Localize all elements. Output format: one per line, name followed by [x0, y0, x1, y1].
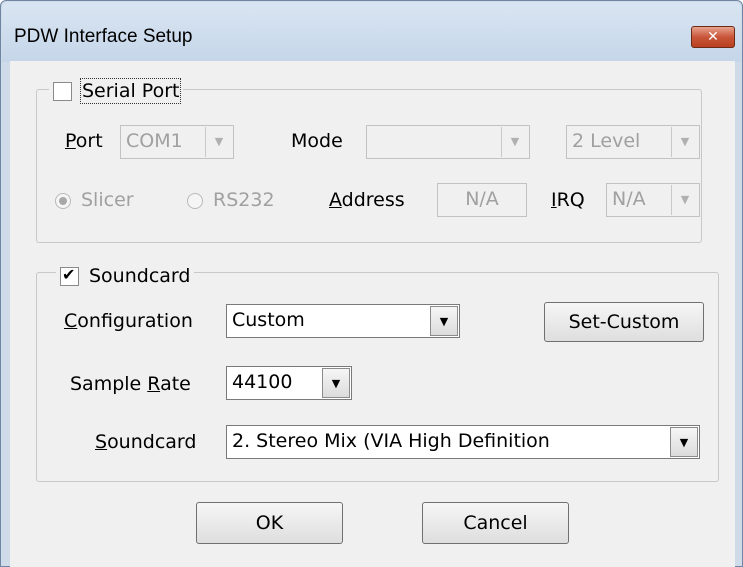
- port-dropdown-icon: ▼: [205, 127, 232, 157]
- cancel-button[interactable]: Cancel: [422, 502, 569, 544]
- mode-label: Mode: [291, 130, 343, 152]
- configuration-dropdown-icon: ▼: [430, 306, 458, 336]
- slicer-label: Slicer: [81, 189, 134, 211]
- cancel-label: Cancel: [463, 512, 528, 534]
- serial-port-group: [36, 89, 702, 243]
- port-value: COM1: [126, 130, 183, 152]
- ok-button[interactable]: OK: [196, 502, 343, 544]
- window-title: PDW Interface Setup: [14, 26, 193, 47]
- set-custom-button[interactable]: Set-Custom: [544, 302, 704, 342]
- set-custom-label: Set-Custom: [568, 311, 680, 333]
- irq-label: IRQ: [551, 189, 585, 211]
- rs232-label: RS232: [213, 189, 275, 211]
- rs232-radio[interactable]: RS232: [187, 189, 275, 211]
- irq-value: N/A: [612, 188, 646, 210]
- mode-select[interactable]: ▼: [366, 125, 530, 159]
- sample-rate-value: 44100: [232, 371, 293, 393]
- level-dropdown-icon: ▼: [671, 127, 698, 157]
- irq-dropdown-icon: ▼: [671, 185, 698, 215]
- level-select[interactable]: 2 Level ▼: [566, 125, 700, 159]
- configuration-select[interactable]: Custom ▼: [226, 304, 460, 338]
- mode-dropdown-icon: ▼: [501, 127, 528, 157]
- serial-port-label: Serial Port: [79, 78, 182, 104]
- sample-rate-select[interactable]: 44100 ▼: [226, 366, 352, 400]
- address-field[interactable]: N/A: [437, 183, 527, 217]
- soundcard-device-value: 2. Stereo Mix (VIA High Definition: [232, 430, 550, 452]
- close-button[interactable]: ✕: [691, 26, 735, 48]
- port-select[interactable]: COM1 ▼: [120, 125, 234, 159]
- sample-rate-label: Sample Rate: [70, 373, 191, 395]
- level-value: 2 Level: [572, 130, 641, 152]
- soundcard-device-dropdown-icon: ▼: [670, 427, 698, 457]
- soundcard-device-select[interactable]: 2. Stereo Mix (VIA High Definition ▼: [226, 425, 700, 459]
- port-label: Port: [65, 130, 103, 152]
- soundcard-checkbox[interactable]: [60, 265, 79, 286]
- slicer-radio-dot: [55, 192, 71, 209]
- serial-port-checkbox[interactable]: [53, 81, 72, 101]
- address-value: N/A: [465, 188, 499, 210]
- ok-label: OK: [255, 512, 284, 534]
- configuration-label: Configuration: [64, 310, 193, 332]
- slicer-radio[interactable]: Slicer: [55, 189, 134, 211]
- sample-rate-dropdown-icon: ▼: [322, 368, 350, 398]
- soundcard-label: Soundcard: [89, 265, 191, 287]
- soundcard-legend: Soundcard: [56, 263, 195, 289]
- serial-port-legend: Serial Port: [49, 78, 184, 104]
- close-icon: ✕: [707, 29, 719, 45]
- irq-select[interactable]: N/A ▼: [606, 183, 700, 217]
- soundcard-device-label: Soundcard: [95, 431, 197, 453]
- configuration-value: Custom: [232, 309, 305, 331]
- title-bar[interactable]: PDW Interface Setup ✕: [2, 2, 741, 62]
- rs232-radio-dot: [187, 192, 203, 209]
- address-label: Address: [329, 189, 405, 211]
